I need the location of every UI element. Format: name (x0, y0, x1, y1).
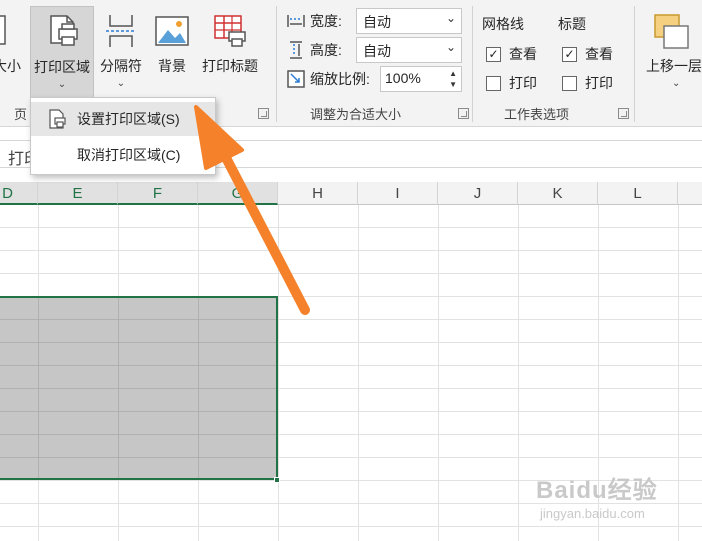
headings-view-checkbox[interactable]: ✓ 查看 (562, 44, 613, 64)
column-header-f[interactable]: F (118, 182, 198, 205)
scale-icon (287, 70, 305, 88)
checkmark-icon: ✓ (486, 46, 501, 62)
print-area-button[interactable]: 打印区域 ⌄ (30, 6, 94, 98)
group-divider (634, 6, 635, 122)
clear-print-area-label: 取消打印区域(C) (77, 147, 181, 163)
size-label: 大小 (0, 58, 21, 74)
page-size-icon (0, 15, 6, 45)
set-print-area-item[interactable]: 设置打印区域(S) (31, 102, 215, 136)
column-header-i[interactable]: I (358, 182, 438, 205)
watermark-main: Baidu经验 (536, 477, 658, 504)
gridlines-view-label: 查看 (509, 46, 537, 62)
bring-forward-icon (654, 14, 689, 49)
height-icon (290, 41, 302, 59)
column-header-d[interactable]: D (0, 182, 38, 205)
grid-line (438, 205, 439, 541)
page-break-icon (106, 15, 136, 47)
column-header-k[interactable]: K (518, 182, 598, 205)
watermark-sub: jingyan.baidu.com (540, 506, 645, 521)
width-value: 自动 (363, 14, 391, 30)
background-image-icon (155, 16, 189, 46)
width-label: 宽度: (310, 13, 342, 29)
column-header-h[interactable]: H (278, 182, 358, 205)
width-row: 宽度: (286, 8, 342, 34)
set-print-area-icon (49, 109, 66, 129)
gridlines-print-checkbox[interactable]: 打印 (486, 73, 537, 93)
headings-print-checkbox[interactable]: 打印 (562, 73, 613, 93)
chevron-down-icon: ⌄ (445, 11, 456, 25)
empty-checkbox-icon (486, 75, 501, 91)
grid-line (518, 205, 519, 541)
grid-line (358, 205, 359, 541)
height-value: 自动 (363, 43, 391, 59)
print-titles-label: 打印标题 (202, 58, 258, 74)
chevron-down-icon: ⌄ (445, 40, 456, 54)
set-print-area-label: 设置打印区域(S) (77, 111, 180, 127)
print-area-label: 打印区域 (34, 59, 90, 75)
height-label: 高度: (310, 42, 342, 58)
selected-range[interactable] (0, 296, 278, 480)
page-setup-group-label: 页 (14, 107, 28, 122)
grid-line (0, 480, 702, 481)
width-icon (287, 15, 305, 27)
scale-spinner[interactable]: 100% ▲ ▼ (380, 66, 462, 92)
clear-print-area-item[interactable]: 取消打印区域(C) (31, 138, 215, 172)
height-row: 高度: (286, 37, 342, 63)
column-header-l[interactable]: L (598, 182, 678, 205)
column-header-j[interactable]: J (438, 182, 518, 205)
column-header-e[interactable]: E (38, 182, 118, 205)
grid-line (678, 205, 679, 541)
grid-line (0, 273, 702, 274)
sheet-options-launcher-icon[interactable] (618, 108, 629, 119)
grid-line (598, 205, 599, 541)
checkmark-icon: ✓ (562, 46, 577, 62)
gridlines-heading: 网格线 (482, 16, 524, 32)
grid-line (0, 503, 702, 504)
print-titles-button[interactable]: 打印标题 (198, 6, 262, 98)
grid-line (0, 526, 702, 527)
sheet-options-group-label: 工作表选项 (504, 107, 570, 122)
bring-forward-label: 上移一层 (646, 58, 702, 74)
background-button[interactable]: 背景 (150, 6, 194, 98)
spin-down-icon[interactable]: ▼ (449, 80, 457, 89)
empty-checkbox-icon (562, 75, 577, 91)
background-label: 背景 (158, 58, 186, 74)
headings-view-label: 查看 (585, 46, 613, 62)
gridlines-print-label: 打印 (509, 75, 537, 91)
group-divider (472, 6, 473, 122)
scale-label: 缩放比例: (310, 71, 370, 87)
size-button[interactable]: 大小 (0, 6, 28, 98)
breaks-label: 分隔符 (100, 58, 142, 74)
grid-line (278, 205, 279, 541)
page-setup-launcher-icon[interactable] (258, 108, 269, 119)
fill-handle[interactable] (274, 477, 280, 483)
grid-line (0, 250, 702, 251)
headings-heading: 标题 (558, 16, 586, 32)
scale-to-fit-launcher-icon[interactable] (458, 108, 469, 119)
column-header-partial[interactable] (678, 182, 702, 205)
spin-up-icon[interactable]: ▲ (449, 69, 457, 78)
gridlines-view-checkbox[interactable]: ✓ 查看 (486, 44, 537, 64)
column-header-g[interactable]: G (198, 182, 278, 205)
scale-row: 缩放比例: (286, 66, 370, 92)
chevron-down-icon: ⌄ (116, 78, 126, 89)
chevron-down-icon: ⌄ (57, 79, 67, 90)
breaks-button[interactable]: 分隔符 ⌄ (96, 6, 146, 98)
scale-to-fit-group-label: 调整为合适大小 (310, 107, 402, 122)
print-area-menu: 设置打印区域(S) 取消打印区域(C) (30, 97, 216, 175)
baidu-watermark: Baidu经验 jingyan.baidu.com (536, 462, 676, 532)
print-area-icon (50, 15, 78, 46)
chevron-down-icon: ⌄ (672, 78, 681, 89)
headings-print-label: 打印 (585, 75, 613, 91)
width-select[interactable]: 自动 ⌄ (356, 8, 462, 34)
bring-forward-button[interactable]: 上移一层 ⌄ (644, 6, 702, 98)
print-titles-icon (214, 15, 246, 47)
height-select[interactable]: 自动 ⌄ (356, 37, 462, 63)
scale-value: 100% (385, 70, 421, 86)
grid-line (0, 227, 702, 228)
group-divider (276, 6, 277, 122)
